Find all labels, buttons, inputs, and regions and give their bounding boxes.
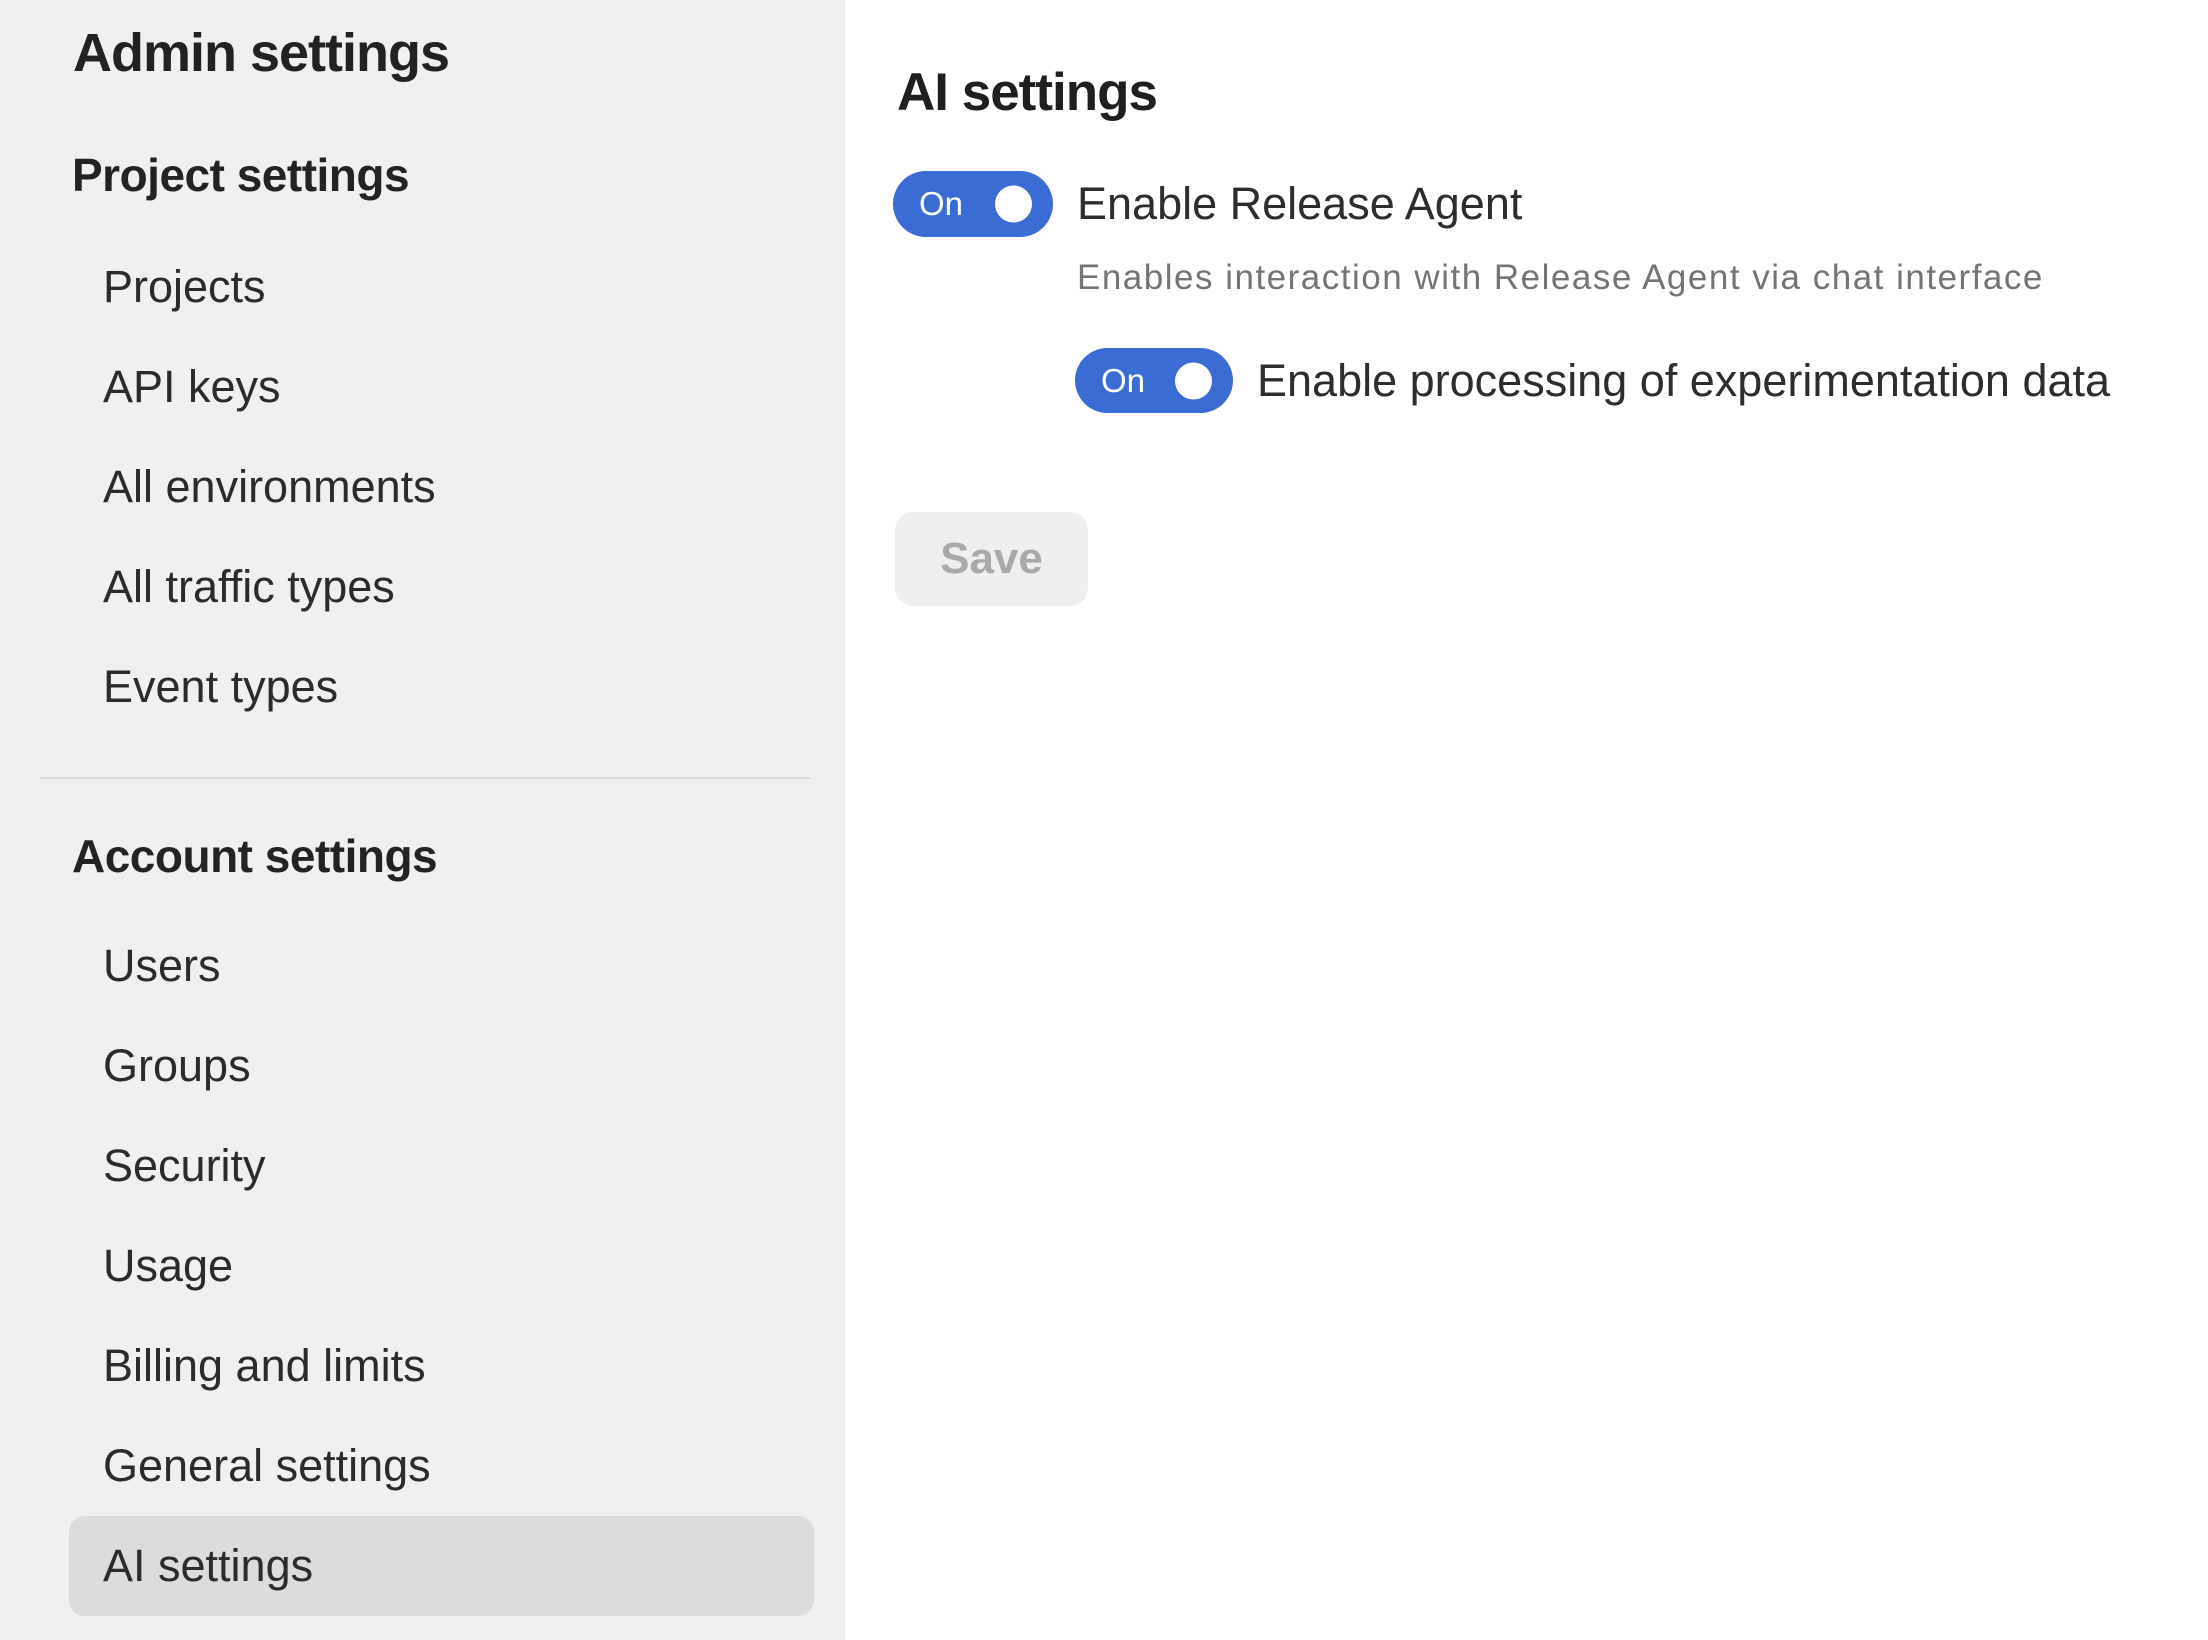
- admin-settings-page: Admin settings Project settings Projects…: [0, 0, 2208, 1640]
- toggle-knob: [1175, 362, 1212, 399]
- section-header-account-settings: Account settings: [72, 829, 437, 883]
- sidebar-item-ai-settings[interactable]: AI settings: [69, 1516, 814, 1616]
- save-button[interactable]: Save: [895, 512, 1088, 606]
- sidebar: Admin settings Project settings Projects…: [0, 0, 845, 1640]
- sidebar-item-groups[interactable]: Groups: [69, 1016, 814, 1116]
- enable-release-agent-label: Enable Release Agent: [1077, 171, 1522, 237]
- sidebar-item-api-keys[interactable]: API keys: [69, 337, 814, 437]
- project-settings-nav-group: Projects API keys All environments All t…: [69, 237, 814, 737]
- section-header-project-settings: Project settings: [72, 148, 409, 202]
- toggle-state-label: On: [1101, 362, 1145, 400]
- sidebar-item-all-environments[interactable]: All environments: [69, 437, 814, 537]
- sidebar-item-event-types[interactable]: Event types: [69, 637, 814, 737]
- enable-release-agent-toggle[interactable]: On: [893, 171, 1053, 237]
- sidebar-section-divider: [40, 777, 810, 779]
- page-title: AI settings: [897, 62, 1157, 123]
- sidebar-item-users[interactable]: Users: [69, 916, 814, 1016]
- toggle-knob: [995, 186, 1032, 223]
- sidebar-title: Admin settings: [73, 22, 449, 84]
- sidebar-item-projects[interactable]: Projects: [69, 237, 814, 337]
- sidebar-item-general-settings[interactable]: General settings: [69, 1416, 814, 1516]
- sidebar-item-security[interactable]: Security: [69, 1116, 814, 1216]
- account-settings-nav-group: Users Groups Security Usage Billing and …: [69, 916, 814, 1616]
- enable-experimentation-data-label: Enable processing of experimentation dat…: [1257, 348, 2110, 413]
- sidebar-item-all-traffic-types[interactable]: All traffic types: [69, 537, 814, 637]
- toggle-state-label: On: [919, 185, 963, 223]
- enable-release-agent-description: Enables interaction with Release Agent v…: [1077, 258, 2044, 298]
- enable-experimentation-data-toggle[interactable]: On: [1075, 348, 1233, 413]
- sidebar-item-usage[interactable]: Usage: [69, 1216, 814, 1316]
- sidebar-item-billing-and-limits[interactable]: Billing and limits: [69, 1316, 814, 1416]
